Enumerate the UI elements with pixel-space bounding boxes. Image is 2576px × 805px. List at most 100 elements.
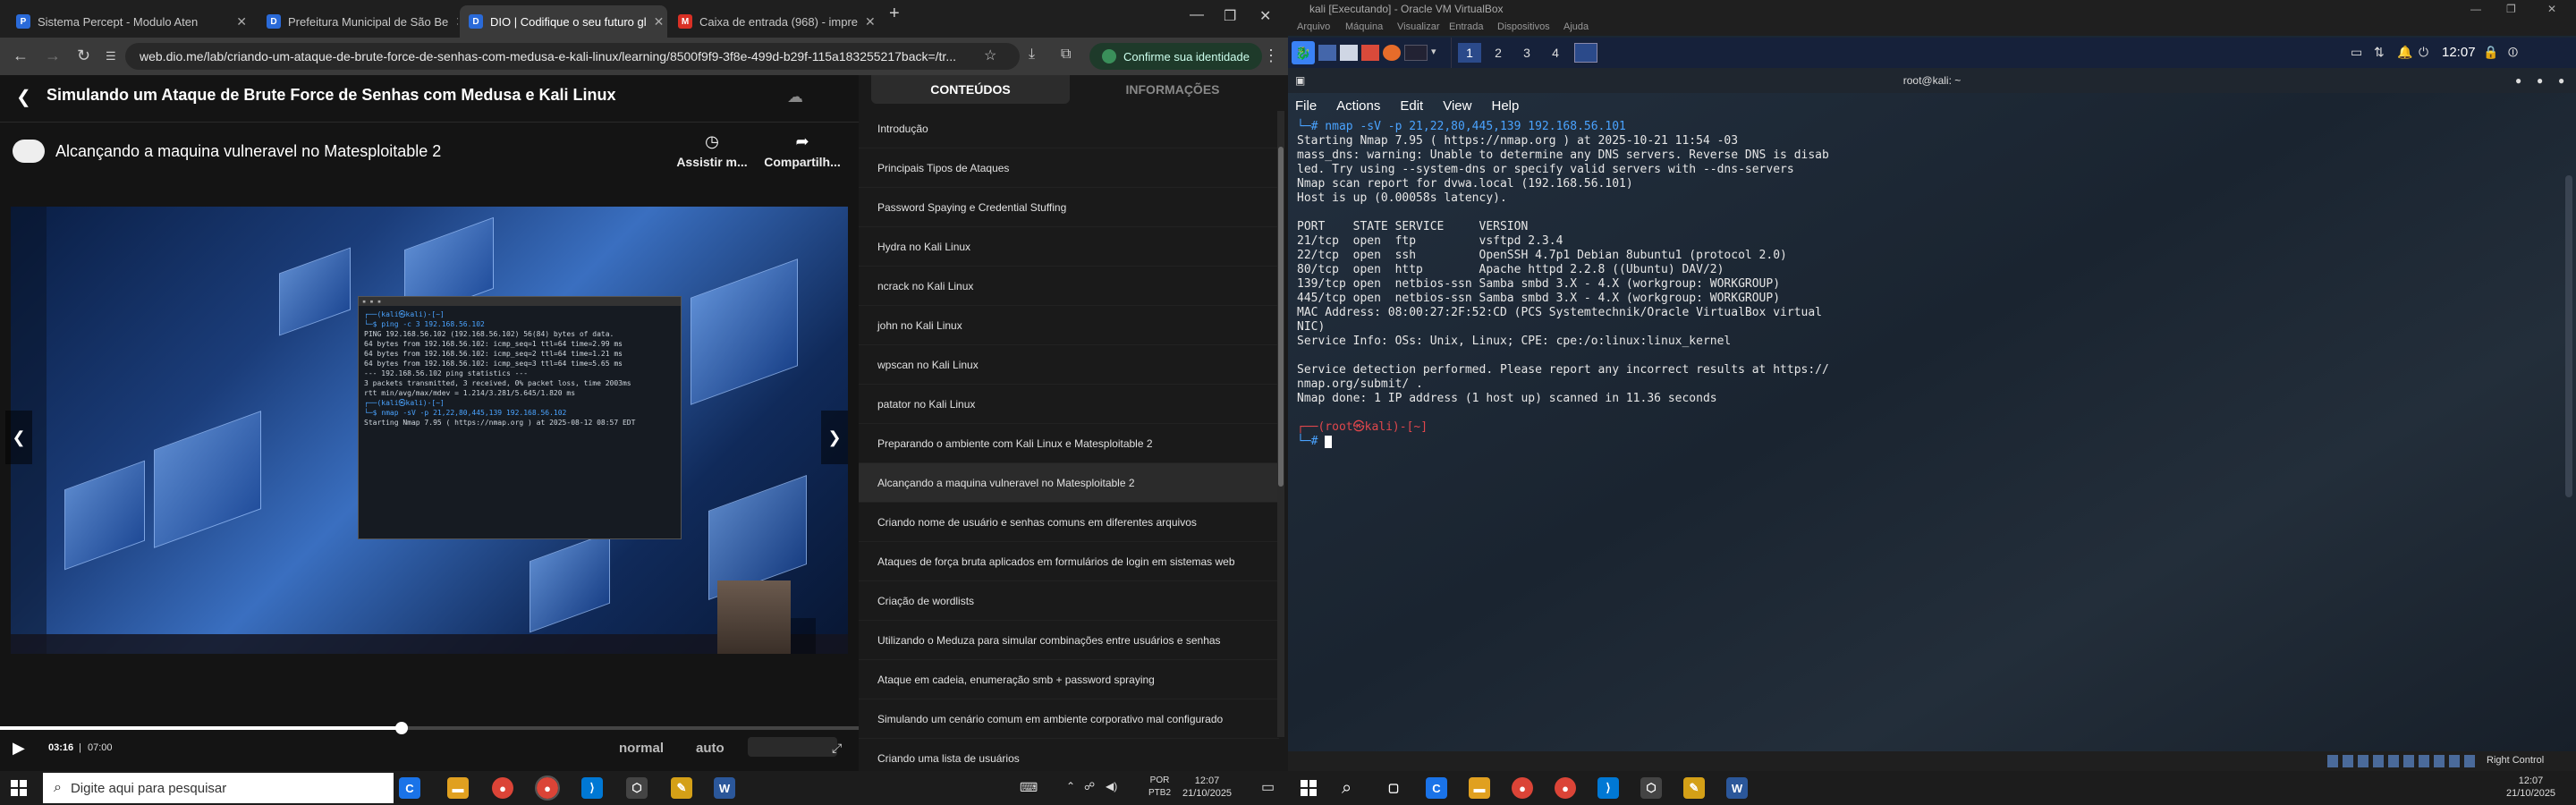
lesson-item[interactable]: Principais Tipos de Ataques: [859, 148, 1279, 188]
lesson-item[interactable]: Preparando o ambiente com Kali Linux e M…: [859, 424, 1279, 463]
lesson-item[interactable]: Criando nome de usuário e senhas comuns …: [859, 503, 1279, 542]
quality-button[interactable]: auto: [696, 741, 724, 756]
reload-icon[interactable]: ↻: [77, 47, 90, 65]
seek-bar-knob[interactable]: [395, 722, 409, 734]
chrome-active-icon[interactable]: ●: [535, 775, 560, 801]
download-icon[interactable]: ⤓: [1029, 47, 1035, 63]
scrollbar[interactable]: [1277, 111, 1284, 737]
vscode-icon[interactable]: ⟩: [581, 777, 603, 799]
workspace-1[interactable]: 1: [1458, 43, 1481, 63]
kali-menu-icon[interactable]: 🐉: [1292, 41, 1315, 64]
playback-speed-button[interactable]: normal: [619, 741, 664, 756]
vm-maximize-button[interactable]: ❐: [2506, 0, 2516, 18]
search-icon[interactable]: ⌕: [1342, 778, 1352, 799]
copilot-icon[interactable]: C: [1426, 777, 1447, 799]
taskbar-search-box[interactable]: ⌕ Digite aqui para pesquisar: [43, 773, 394, 803]
windows-start-icon[interactable]: [11, 780, 27, 796]
show-desktop-icon[interactable]: [1318, 45, 1336, 61]
maximize-button[interactable]: ❐: [1224, 7, 1236, 25]
scrollbar-thumb[interactable]: [1278, 147, 1284, 487]
play-icon[interactable]: ▶: [13, 739, 25, 758]
terminal-menu-view[interactable]: View: [1443, 98, 1471, 114]
lesson-item[interactable]: patator no Kali Linux: [859, 385, 1279, 424]
paint-icon[interactable]: ✎: [671, 777, 692, 799]
vscode-icon[interactable]: ⟩: [1597, 777, 1619, 799]
workspace-3[interactable]: 3: [1515, 43, 1538, 63]
lock-screen-icon[interactable]: 🔒: [2483, 45, 2498, 60]
workspace-4[interactable]: 4: [1544, 43, 1567, 63]
share-button[interactable]: ➦ Compartilh...: [762, 132, 843, 169]
lesson-item[interactable]: Ataque em cadeia, enumeração smb + passw…: [859, 660, 1279, 699]
paint-icon[interactable]: ✎: [1683, 777, 1705, 799]
chrome-icon[interactable]: ●: [492, 777, 513, 799]
terminal-maximize-button[interactable]: ●: [2537, 68, 2543, 93]
browser-menu-icon[interactable]: ⋮: [1263, 47, 1279, 65]
back-icon[interactable]: ←: [13, 47, 29, 65]
cloud-download-icon[interactable]: ☁: [787, 88, 803, 106]
next-lesson-button[interactable]: ❯: [821, 411, 848, 464]
watch-later-button[interactable]: ◷ Assistir m...: [676, 132, 748, 169]
browser-tab-3-active[interactable]: D DIO | Codifique o seu futuro gl ✕: [460, 5, 667, 38]
tab-informacoes[interactable]: INFORMAÇÕES: [1073, 75, 1272, 104]
kali-clock[interactable]: 12:07: [2442, 45, 2476, 60]
extensions-icon[interactable]: ⧉: [1061, 47, 1071, 63]
vm-minimize-button[interactable]: —: [2470, 0, 2481, 18]
terminal-menu-edit[interactable]: Edit: [1400, 98, 1423, 114]
close-tab-icon[interactable]: ✕: [647, 14, 665, 30]
network-icon[interactable]: ☍: [1084, 780, 1095, 792]
lesson-item[interactable]: wpscan no Kali Linux: [859, 345, 1279, 385]
youtube-logo-icon[interactable]: [748, 737, 837, 757]
word-icon[interactable]: W: [1726, 777, 1748, 799]
previous-lesson-button[interactable]: ❮: [5, 411, 32, 464]
lesson-item[interactable]: Alcançando a maquina vulneravel no Mates…: [859, 463, 1279, 503]
terminal-close-button[interactable]: ●: [2558, 68, 2564, 93]
lesson-item[interactable]: ncrack no Kali Linux: [859, 267, 1279, 306]
copilot-icon[interactable]: C: [399, 777, 420, 799]
file-explorer-icon[interactable]: ▬: [447, 777, 469, 799]
close-tab-icon[interactable]: ✕: [858, 14, 876, 30]
language-indicator[interactable]: POR PTB2: [1148, 775, 1171, 800]
lesson-item[interactable]: Simulando um cenário comum em ambiente c…: [859, 699, 1279, 739]
logout-icon[interactable]: ⏼: [2508, 45, 2518, 60]
keyboard-icon[interactable]: ⌨: [1020, 780, 1038, 795]
terminal-output[interactable]: └─# nmap -sV -p 21,22,80,445,139 192.168…: [1297, 120, 1923, 449]
terminal-menu-file[interactable]: File: [1295, 98, 1317, 114]
bookmark-star-icon[interactable]: ☆: [984, 47, 996, 64]
site-info-icon[interactable]: ☰: [106, 49, 116, 64]
lesson-item[interactable]: Ataques de força bruta aplicados em form…: [859, 542, 1279, 581]
browser-tab-4[interactable]: M Caixa de entrada (968) - impre ✕: [669, 5, 880, 38]
browser-tab-1[interactable]: P Sistema Percept - Modulo Aten ✕: [7, 5, 256, 38]
chrome-active-icon[interactable]: ●: [1555, 777, 1576, 799]
lesson-item[interactable]: john no Kali Linux: [859, 306, 1279, 345]
workspace-2[interactable]: 2: [1487, 43, 1510, 63]
vb-menu-maquina[interactable]: Máquina: [1345, 18, 1383, 36]
terminal-minimize-button[interactable]: ●: [2515, 68, 2521, 93]
terminal-menu-help[interactable]: Help: [1491, 98, 1519, 114]
display-icon[interactable]: ▭: [2351, 45, 2362, 60]
video-frame[interactable]: ▪ ▪ ▪ ┌──(kali㉿kali)-[~] └─$ ping -c 3 19…: [11, 207, 848, 654]
back-arrow-icon[interactable]: ❮: [16, 86, 31, 108]
minimize-button[interactable]: —: [1190, 7, 1204, 23]
file-manager-icon[interactable]: [1340, 45, 1358, 61]
virtualbox-icon[interactable]: ⬡: [626, 777, 648, 799]
close-tab-icon[interactable]: ✕: [448, 14, 458, 30]
vb-menu-ajuda[interactable]: Ajuda: [1563, 18, 1589, 36]
close-tab-icon[interactable]: ✕: [229, 14, 247, 30]
new-tab-button[interactable]: +: [889, 4, 900, 24]
word-icon[interactable]: W: [714, 777, 735, 799]
vm-close-button[interactable]: ✕: [2547, 0, 2556, 18]
lesson-item[interactable]: Password Spaying e Credential Stuffing: [859, 188, 1279, 227]
volume-icon[interactable]: ◀): [1106, 780, 1117, 792]
vb-menu-dispositivos[interactable]: Dispositivos: [1497, 18, 1550, 36]
vb-menu-arquivo[interactable]: Arquivo: [1297, 18, 1330, 36]
confirm-identity-button[interactable]: Confirme sua identidade: [1089, 43, 1262, 70]
close-window-button[interactable]: ✕: [1259, 7, 1271, 25]
chrome-icon[interactable]: ●: [1512, 777, 1533, 799]
fullscreen-icon[interactable]: ⤢: [832, 741, 842, 756]
terminal-scrollbar[interactable]: [2565, 175, 2572, 497]
taskbar-clock[interactable]: 12:07 21/10/2025: [1182, 775, 1232, 800]
notifications-icon[interactable]: ▭: [1261, 778, 1275, 796]
windows-start-icon[interactable]: [1301, 780, 1317, 796]
launcher-dropdown-icon[interactable]: ▾: [1431, 46, 1436, 57]
task-view-icon[interactable]: ▢: [360, 777, 381, 799]
